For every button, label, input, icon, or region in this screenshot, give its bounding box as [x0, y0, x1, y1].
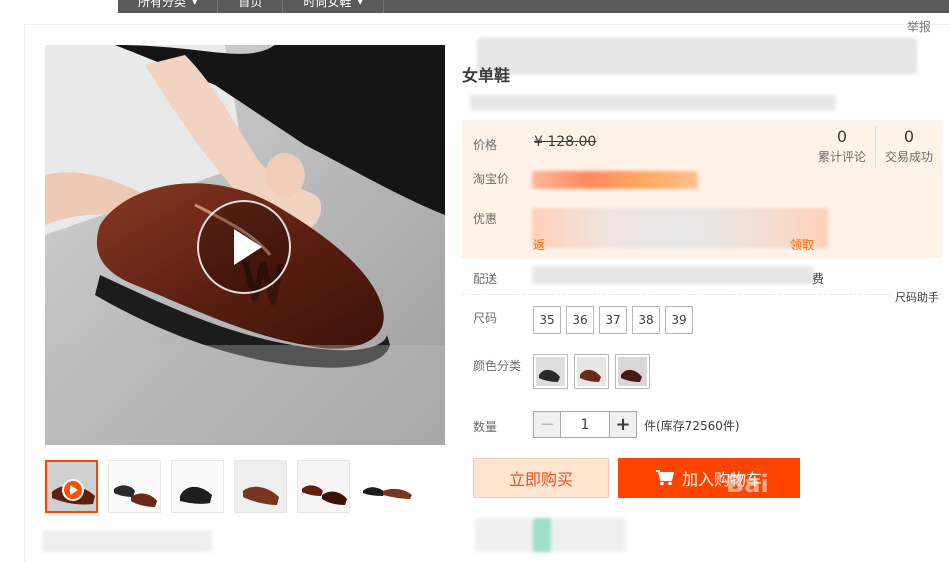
buy-now-button[interactable]: 立即购买 [473, 458, 609, 498]
thumbnail-image[interactable] [297, 460, 350, 513]
shipping-fee-text: 费 [812, 272, 825, 286]
redacted-footer-left [42, 530, 212, 552]
redacted-shipping [532, 266, 814, 284]
redacted-badge [533, 518, 551, 552]
chevron-down-icon: ▼ [357, 0, 363, 6]
content-frame-top [24, 24, 949, 25]
product-title: 女单鞋 [462, 66, 511, 85]
size-option[interactable]: 38 [632, 306, 660, 334]
nav-item-all-categories[interactable]: 所有分类 ▼ [118, 0, 219, 13]
thumbnail-video[interactable] [45, 460, 98, 513]
size-helper-link[interactable]: 尺码助手 [892, 289, 939, 305]
stat-value: 0 [903, 127, 915, 146]
play-video-button[interactable] [197, 200, 291, 294]
nav-label: 时尚女鞋 [303, 0, 352, 9]
size-option[interactable]: 36 [566, 306, 594, 334]
nav-item-home[interactable]: 首页 [218, 0, 284, 13]
quantity-decrease-button[interactable]: − [533, 411, 561, 438]
stat-divider [875, 126, 876, 168]
stat-label: 交易成功 [884, 150, 933, 164]
thumbnail-image[interactable] [234, 460, 287, 513]
color-option[interactable] [533, 354, 568, 389]
redacted-price [532, 171, 698, 189]
price-label: 价格 [473, 138, 498, 152]
size-label: 尺码 [473, 311, 498, 325]
size-option[interactable]: 35 [533, 306, 561, 334]
quantity-increase-button[interactable]: + [609, 411, 637, 438]
size-option[interactable]: 39 [665, 306, 693, 334]
claim-coupon-link[interactable]: 领取 [790, 236, 814, 253]
promo-label: 优惠 [473, 212, 498, 226]
redacted-title [477, 38, 917, 74]
redacted-promo [532, 208, 828, 248]
top-nav: 所有分类 ▼ 首页 时尚女鞋 ▼ [118, 0, 949, 13]
stat-reviews[interactable]: 0 累计评论 [815, 127, 869, 165]
color-option[interactable] [574, 354, 609, 389]
thumbnail-image[interactable] [108, 460, 161, 513]
taobao-price-label: 淘宝价 [473, 172, 510, 186]
watermark-logo: Bai [726, 470, 769, 498]
stat-transactions[interactable]: 0 交易成功 [881, 127, 937, 165]
promo-link[interactable]: 返 [533, 236, 545, 253]
cart-icon [655, 470, 674, 486]
play-icon [234, 229, 262, 265]
thumbnail-image[interactable] [360, 460, 413, 513]
divider [462, 294, 942, 295]
add-to-cart-button[interactable]: 加入购物车 [618, 458, 800, 498]
thumbnail-strip [45, 460, 413, 513]
main-product-image[interactable] [45, 45, 445, 445]
stock-text: 件(库存72560件) [644, 419, 740, 433]
stat-value: 0 [836, 127, 848, 146]
thumbnail-image[interactable] [171, 460, 224, 513]
quantity-input[interactable]: 1 [560, 411, 610, 438]
original-price: ¥ 128.00 [534, 134, 597, 150]
color-option[interactable] [615, 354, 650, 389]
nav-label: 所有分类 [138, 0, 187, 9]
shipping-label: 配送 [473, 272, 498, 286]
color-label: 颜色分类 [473, 359, 522, 373]
play-icon [62, 479, 84, 501]
nav-item-fashion-shoes[interactable]: 时尚女鞋 ▼ [283, 0, 384, 13]
quantity-label: 数量 [473, 420, 498, 434]
size-option[interactable]: 37 [599, 306, 627, 334]
report-link[interactable]: 举报 [907, 18, 931, 35]
redacted-subtitle [470, 95, 836, 111]
chevron-down-icon: ▼ [192, 0, 198, 6]
content-frame-left [24, 24, 25, 562]
stat-label: 累计评论 [817, 150, 866, 164]
nav-label: 首页 [238, 0, 263, 9]
